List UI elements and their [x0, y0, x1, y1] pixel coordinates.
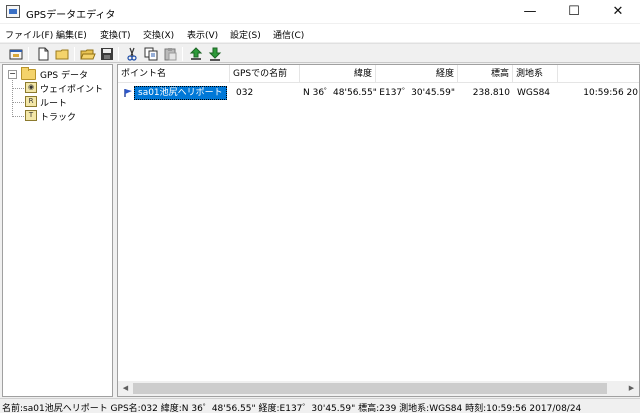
app-icon	[6, 5, 20, 18]
close-button[interactable]: ✕	[596, 0, 640, 24]
toolbar-separator	[28, 47, 29, 61]
column-header-gps-name[interactable]: GPSでの名前	[230, 65, 300, 83]
window-title: GPSデータエディタ	[26, 10, 116, 21]
menu-view[interactable]: 表示(V)	[187, 28, 218, 41]
waypoint-flag-icon	[124, 89, 132, 97]
toolbar-separator	[182, 47, 183, 61]
column-header-longitude[interactable]: 経度	[376, 65, 458, 83]
tree-item-label: トラック	[40, 113, 77, 123]
toolbar-separator	[74, 47, 75, 61]
new-folder-icon[interactable]	[54, 46, 70, 62]
scrollbar-thumb[interactable]	[133, 383, 607, 394]
tree-item-route[interactable]: R ルート	[3, 95, 112, 109]
cell-gps-name: 032	[236, 88, 254, 98]
column-header-point-name[interactable]: ポイント名	[118, 65, 230, 83]
menu-communication[interactable]: 通信(C)	[273, 28, 304, 41]
scroll-left-icon[interactable]: ◀	[118, 381, 133, 396]
cell-point-name[interactable]: sa01池尻ヘリポート	[134, 86, 227, 100]
title-bar: GPSデータエディタ — ☐ ✕	[0, 0, 640, 24]
toolbar	[0, 43, 640, 63]
tree-view[interactable]: − GPS データ ◉ ウェイポイント R ルート T トラック	[2, 64, 113, 397]
download-icon[interactable]	[207, 46, 223, 62]
status-text: 名前:sa01池尻ヘリポート GPS名:032 緯度:N 36゜48'56.55…	[2, 404, 582, 413]
status-bar: 名前:sa01池尻ヘリポート GPS名:032 緯度:N 36゜48'56.55…	[0, 398, 640, 413]
column-header-time[interactable]	[558, 65, 639, 83]
cell-longitude: E137゜30'45.59"	[379, 88, 455, 98]
menu-edit[interactable]: 編集(E)	[56, 28, 87, 41]
maximize-button[interactable]: ☐	[552, 0, 596, 24]
point-list[interactable]: ポイント名 GPSでの名前 緯度 経度 標高 測地系 sa01池尻ヘリポート 0…	[117, 64, 640, 397]
new-file-icon[interactable]	[35, 46, 51, 62]
route-icon: R	[25, 96, 37, 107]
menu-settings[interactable]: 設定(S)	[230, 28, 261, 41]
cut-icon[interactable]	[124, 46, 140, 62]
horizontal-scrollbar[interactable]: ◀ ▶	[118, 381, 639, 396]
open-folder-icon[interactable]	[80, 46, 96, 62]
menu-convert[interactable]: 変換(T)	[100, 28, 131, 41]
column-header-elevation[interactable]: 標高	[458, 65, 513, 83]
column-header-latitude[interactable]: 緯度	[300, 65, 376, 83]
tree-item-label: ルート	[40, 99, 68, 109]
track-icon: T	[25, 110, 37, 121]
menu-file[interactable]: ファイル(F)	[5, 28, 53, 41]
tree-item-gps-data[interactable]: − GPS データ	[3, 67, 112, 81]
minimize-button[interactable]: —	[508, 0, 552, 24]
save-icon[interactable]	[99, 46, 115, 62]
paste-icon[interactable]	[162, 46, 178, 62]
cell-elevation: 238.810	[472, 88, 510, 98]
copy-icon[interactable]	[143, 46, 159, 62]
list-header: ポイント名 GPSでの名前 緯度 経度 標高 測地系	[118, 65, 639, 83]
menu-bar: ファイル(F) 編集(E) 変換(T) 交換(X) 表示(V) 設定(S) 通信…	[0, 24, 640, 42]
folder-icon	[21, 67, 36, 80]
collapse-toggle-icon[interactable]: −	[8, 70, 17, 79]
tree-item-waypoint[interactable]: ◉ ウェイポイント	[3, 81, 112, 95]
cell-datum: WGS84	[517, 88, 551, 98]
table-row[interactable]: sa01池尻ヘリポート 032 N 36゜48'56.55" E137゜30'4…	[118, 85, 639, 101]
toolbar-separator	[118, 47, 119, 61]
cell-latitude: N 36゜48'56.55"	[303, 88, 377, 98]
cell-time: 10:59:56 20	[583, 88, 638, 98]
menu-exchange[interactable]: 交換(X)	[143, 28, 174, 41]
waypoint-icon: ◉	[25, 82, 37, 93]
column-header-datum[interactable]: 測地系	[513, 65, 558, 83]
tree-item-label: GPS データ	[40, 71, 88, 81]
tree-item-label: ウェイポイント	[40, 85, 104, 95]
new-window-icon[interactable]	[8, 46, 24, 62]
scroll-right-icon[interactable]: ▶	[624, 381, 639, 396]
upload-icon[interactable]	[188, 46, 204, 62]
tree-item-track[interactable]: T トラック	[3, 109, 112, 123]
